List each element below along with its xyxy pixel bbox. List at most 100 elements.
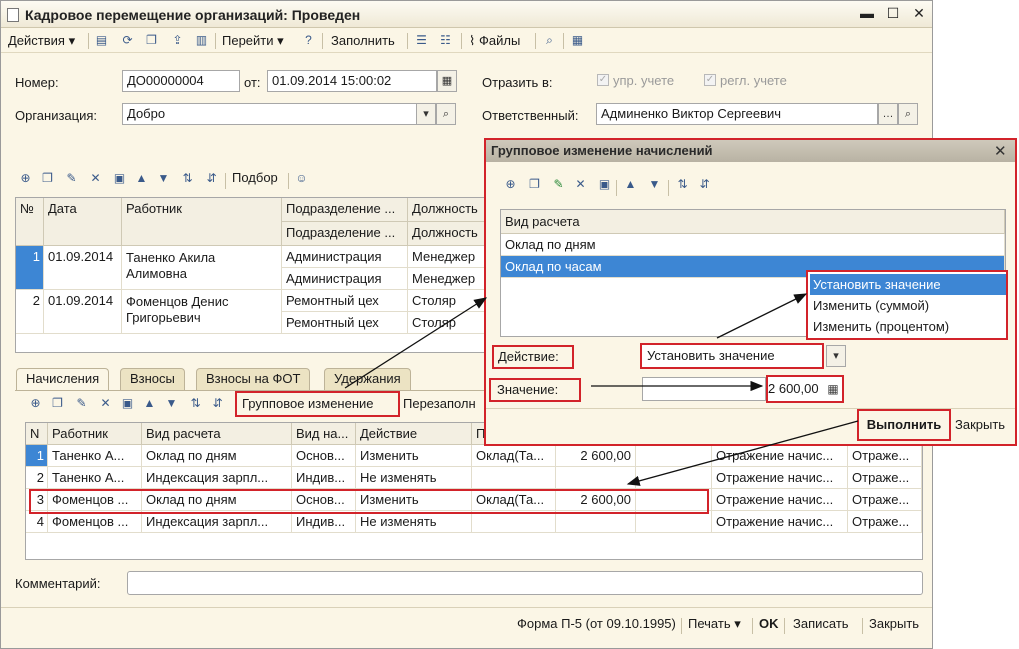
number-field[interactable]: ДО00000004 <box>122 70 240 92</box>
table-cell-dept[interactable]: Ремонтный цех <box>282 312 408 334</box>
calc-type-header[interactable]: Вид расчета <box>501 210 1005 234</box>
table-cell-reflection[interactable]: Отражение начис... <box>712 467 848 489</box>
table-cell-dept[interactable]: Администрация <box>282 268 408 290</box>
table-cell-worker[interactable]: Таненко А... <box>48 445 142 467</box>
table-cell-position[interactable]: Столяр <box>408 290 486 312</box>
responsible-select-button[interactable]: … <box>878 103 898 125</box>
col-header-date[interactable]: Дата <box>44 198 122 246</box>
goto-menu[interactable]: Перейти ▾ <box>222 32 284 50</box>
edit-icon[interactable]: ✎ <box>63 170 80 187</box>
actions-menu[interactable]: Действия ▾ <box>8 32 75 50</box>
move-up-icon[interactable]: ▲ <box>141 395 158 412</box>
table-cell-reflection-2[interactable]: Отраже... <box>848 511 922 533</box>
move-up-icon[interactable]: ▲ <box>622 176 639 193</box>
col-header-n[interactable]: N <box>26 423 48 445</box>
table-cell-action[interactable]: Не изменять <box>356 511 472 533</box>
action-dropdown-icon[interactable]: ▾ <box>826 345 846 367</box>
col-header-kind[interactable]: Вид на... <box>292 423 356 445</box>
group-change-button[interactable]: Групповое изменение <box>235 391 400 417</box>
table-cell-empty[interactable] <box>636 511 712 533</box>
table-cell-worker[interactable]: Таненко Акила Алимовна <box>122 246 282 290</box>
structure-icon[interactable]: ▥ <box>193 32 210 49</box>
table-cell-worker[interactable]: Таненко А... <box>48 467 142 489</box>
table-cell-date[interactable]: 01.09.2014 <box>44 290 122 334</box>
move-down-icon[interactable]: ▼ <box>163 395 180 412</box>
table-cell-position[interactable]: Менеджер <box>408 268 486 290</box>
minimize-icon[interactable]: ▬ <box>859 5 875 21</box>
tab-accruals[interactable]: Начисления <box>16 368 110 390</box>
move-down-icon[interactable]: ▼ <box>155 170 172 187</box>
dialog-close-button[interactable]: Закрыть <box>955 416 1005 434</box>
list-icon[interactable]: ☰ <box>413 32 430 49</box>
table-cell-p[interactable]: Оклад(Та... <box>472 445 556 467</box>
table-cell-value[interactable] <box>556 467 636 489</box>
responsible-search-icon[interactable]: ⌕ <box>898 103 918 125</box>
table-row-number[interactable]: 2 <box>16 290 44 334</box>
table-cell-reflection-2[interactable]: Отраже... <box>848 489 922 511</box>
table-cell-kind[interactable]: Индив... <box>292 511 356 533</box>
col-header-worker[interactable]: Работник <box>48 423 142 445</box>
organization-field[interactable]: Добро <box>122 103 417 125</box>
table-cell-worker[interactable]: Фоменцов ... <box>48 511 142 533</box>
tab-contributions[interactable]: Взносы <box>120 368 185 390</box>
settings-list-icon[interactable]: ☷ <box>437 32 454 49</box>
table-cell-empty[interactable] <box>636 467 712 489</box>
dialog-close-icon[interactable]: ✕ <box>994 142 1007 160</box>
col-subheader-position[interactable]: Должность <box>408 222 486 246</box>
calculator-icon[interactable]: ▦ <box>826 381 840 397</box>
delete-icon[interactable]: ✕ <box>87 170 104 187</box>
responsible-field[interactable]: Админенко Виктор Сергеевич <box>596 103 878 125</box>
action-select[interactable]: Установить значение <box>640 343 824 369</box>
report-icon[interactable]: ▦ <box>569 32 586 49</box>
sort-asc-icon[interactable]: ⇅ <box>674 176 691 193</box>
col-header-worker[interactable]: Работник <box>122 198 282 246</box>
table-cell-position[interactable]: Менеджер <box>408 246 486 268</box>
files-button[interactable]: ⌇ Файлы <box>469 32 520 50</box>
organization-dropdown-icon[interactable]: ▾ <box>416 103 436 125</box>
table-cell-dept[interactable]: Администрация <box>282 246 408 268</box>
sort-asc-icon[interactable]: ⇅ <box>179 170 196 187</box>
col-header-n[interactable]: № <box>16 198 44 246</box>
table-cell-reflection-2[interactable]: Отраже... <box>848 467 922 489</box>
table-cell-calc[interactable]: Индексация зарпл... <box>142 511 292 533</box>
add-copy-icon[interactable]: ❐ <box>49 395 66 412</box>
organization-search-icon[interactable]: ⌕ <box>436 103 456 125</box>
table-cell-calc[interactable]: Оклад по дням <box>142 445 292 467</box>
edit-icon[interactable]: ✎ <box>73 395 90 412</box>
ok-button[interactable]: OK <box>759 615 779 633</box>
sort-desc-icon[interactable]: ⇵ <box>209 395 226 412</box>
pick-button[interactable]: Подбор <box>232 169 278 187</box>
col-header-calc[interactable]: Вид расчета <box>142 423 292 445</box>
execute-button[interactable]: Выполнить <box>857 409 951 441</box>
table-cell-p[interactable] <box>472 467 556 489</box>
refresh-icon[interactable]: ⟳ <box>119 32 136 49</box>
move-down-icon[interactable]: ▼ <box>646 176 663 193</box>
help-icon[interactable]: ? <box>300 32 317 49</box>
comment-field[interactable] <box>127 571 923 595</box>
fill-button[interactable]: Заполнить <box>331 32 395 50</box>
end-edit-icon[interactable]: ▣ <box>119 395 136 412</box>
table-row-number[interactable]: 1 <box>26 445 48 467</box>
table-cell-calc[interactable]: Индексация зарпл... <box>142 467 292 489</box>
table-cell-reflection[interactable]: Отражение начис... <box>712 445 848 467</box>
table-row-number[interactable]: 2 <box>26 467 48 489</box>
delete-icon[interactable]: ✕ <box>97 395 114 412</box>
based-on-icon[interactable]: ⇪ <box>169 32 186 49</box>
table-cell-action[interactable]: Изменить <box>356 445 472 467</box>
menu-item-change-percent[interactable]: Изменить (процентом) <box>810 316 1006 337</box>
add-copy-icon[interactable]: ❐ <box>526 176 543 193</box>
table-cell-empty[interactable] <box>636 445 712 467</box>
table-cell-reflection[interactable]: Отражение начис... <box>712 489 848 511</box>
table-cell-date[interactable]: 01.09.2014 <box>44 246 122 290</box>
list-item[interactable]: Оклад по дням <box>501 234 1005 256</box>
calendar-icon[interactable]: ▦ <box>437 70 457 92</box>
save-button[interactable]: Записать <box>793 615 849 633</box>
sort-desc-icon[interactable]: ⇵ <box>203 170 220 187</box>
delete-icon[interactable]: ✕ <box>572 176 589 193</box>
preview-icon[interactable]: ⌕ <box>541 32 558 49</box>
end-edit-icon[interactable]: ▣ <box>596 176 613 193</box>
tab-fot-contributions[interactable]: Взносы на ФОТ <box>196 368 311 390</box>
add-icon[interactable]: ⊕ <box>17 170 34 187</box>
tab-deductions[interactable]: Удержания <box>324 368 411 390</box>
date-field[interactable]: 01.09.2014 15:00:02 <box>267 70 437 92</box>
